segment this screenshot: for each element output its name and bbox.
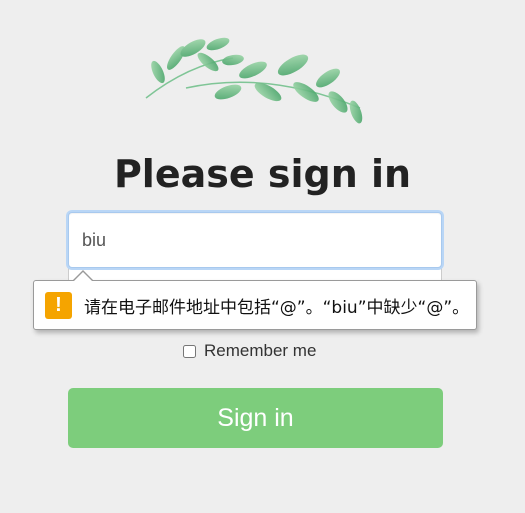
email-field[interactable] — [68, 212, 442, 268]
validation-message: 请在电子邮件地址中包括“@”。“biu”中缺少“@”。 — [84, 297, 470, 318]
sign-in-button[interactable]: Sign in — [68, 388, 443, 448]
leaf-branch-logo — [145, 37, 363, 124]
warning-icon: ! — [45, 291, 72, 319]
tooltip-tail-inner — [73, 272, 93, 282]
page-title: Please sign in — [113, 152, 412, 196]
remember-me-label: Remember me — [204, 341, 317, 360]
remember-me-checkbox[interactable] — [183, 344, 196, 358]
validation-tooltip: ! 请在电子邮件地址中包括“@”。“biu”中缺少“@”。 — [33, 280, 477, 330]
remember-me[interactable]: Remember me — [183, 341, 316, 361]
